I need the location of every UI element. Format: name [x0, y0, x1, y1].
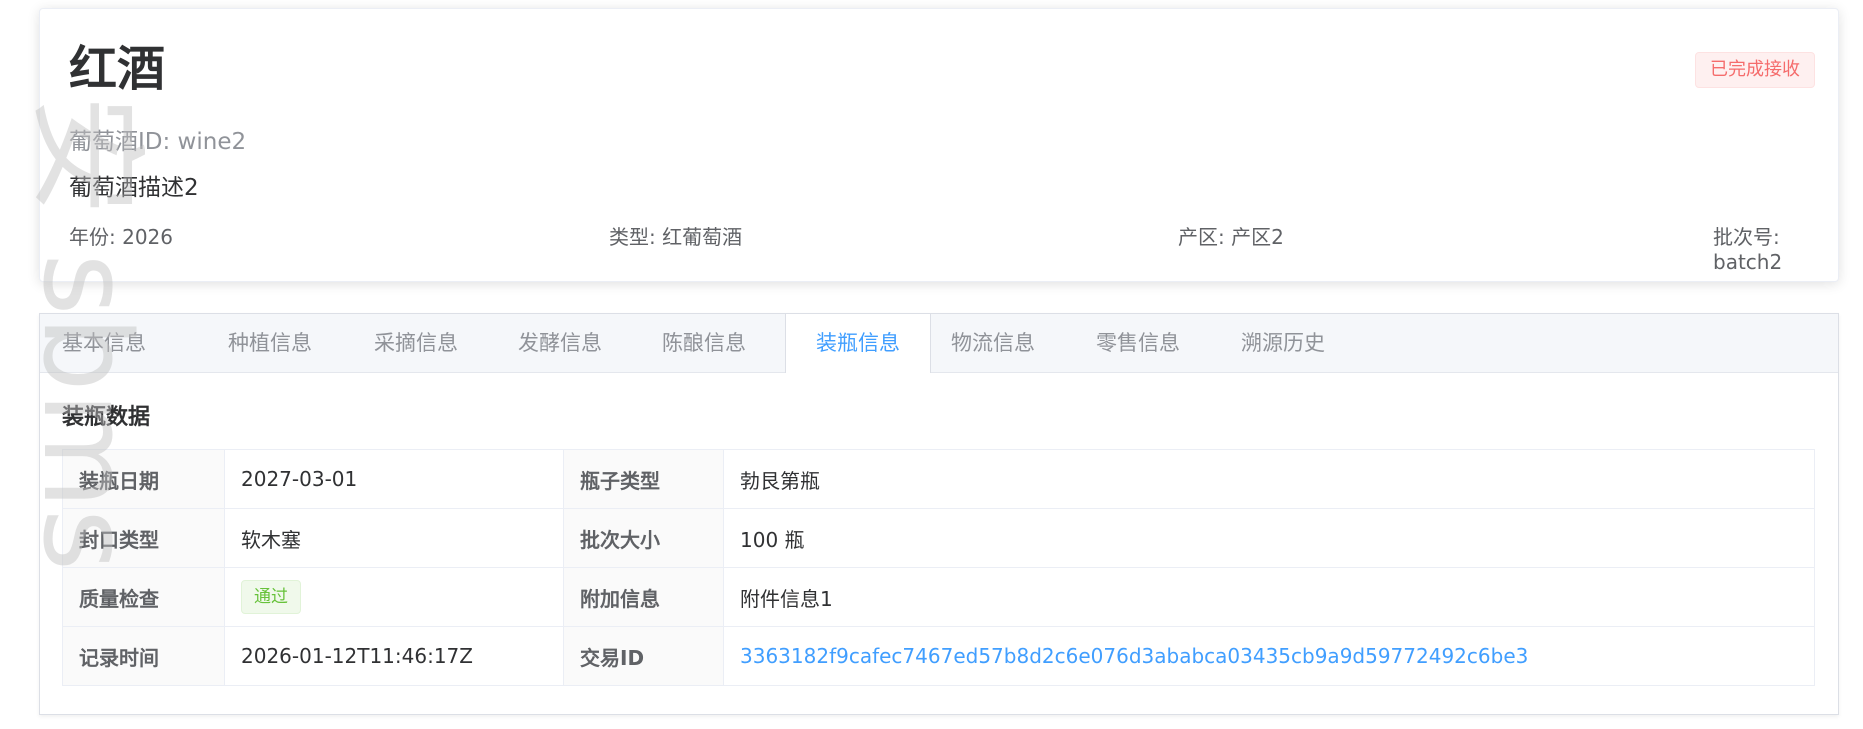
value-seal-type: 软木塞: [224, 508, 564, 568]
table-row: 质量检查 通过 附加信息 附件信息1: [62, 567, 1815, 627]
meta-year: 年份: 2026: [69, 225, 173, 249]
label-transaction-id: 交易ID: [563, 626, 724, 686]
status-badge: 已完成接收: [1695, 52, 1815, 88]
bottling-data-table: 装瓶日期 2027-03-01 瓶子类型 勃艮第瓶 封口类型 软木塞 批次大小 …: [62, 449, 1815, 686]
value-record-time: 2026-01-12T11:46:17Z: [224, 626, 564, 686]
label-bottle-type: 瓶子类型: [563, 449, 724, 509]
tab-bar: 基本信息 种植信息 采摘信息 发酵信息 陈酿信息 装瓶信息 物流信息 零售信息 …: [40, 314, 1838, 373]
value-quality-check-cell: 通过: [224, 567, 564, 627]
label-seal-type: 封口类型: [62, 508, 225, 568]
label-batch-size: 批次大小: [563, 508, 724, 568]
tab-planting-info[interactable]: 种植信息: [206, 314, 334, 372]
tab-basic-info[interactable]: 基本信息: [40, 314, 168, 372]
tab-bottling-info[interactable]: 装瓶信息: [785, 314, 931, 373]
wine-description: 葡萄酒描述2: [69, 175, 199, 201]
value-additional-info: 附件信息1: [723, 567, 1815, 627]
meta-region: 产区: 产区2: [1178, 225, 1284, 249]
table-row: 封口类型 软木塞 批次大小 100 瓶: [62, 508, 1815, 568]
table-row: 装瓶日期 2027-03-01 瓶子类型 勃艮第瓶: [62, 449, 1815, 509]
value-transaction-id-cell: 3363182f9cafec7467ed57b8d2c6e076d3ababca…: [723, 626, 1815, 686]
label-quality-check: 质量检查: [62, 567, 225, 627]
tab-fermentation-info[interactable]: 发酵信息: [496, 314, 624, 372]
meta-batch: 批次号: batch2: [1713, 225, 1783, 274]
label-record-time: 记录时间: [62, 626, 225, 686]
tab-aging-info[interactable]: 陈酿信息: [640, 314, 768, 372]
section-title: 装瓶数据: [62, 405, 151, 430]
wine-header-card: 红酒 葡萄酒ID: wine2 葡萄酒描述2 年份: 2026 类型: 红葡萄酒…: [39, 8, 1839, 282]
page-title: 红酒: [69, 41, 166, 97]
value-bottle-type: 勃艮第瓶: [723, 449, 1815, 509]
value-bottling-date: 2027-03-01: [224, 449, 564, 509]
tab-trace-history[interactable]: 溯源历史: [1219, 314, 1347, 372]
tab-logistics-info[interactable]: 物流信息: [929, 314, 1057, 372]
transaction-id-link[interactable]: 3363182f9cafec7467ed57b8d2c6e076d3ababca…: [740, 644, 1528, 668]
label-additional-info: 附加信息: [563, 567, 724, 627]
table-row: 记录时间 2026-01-12T11:46:17Z 交易ID 3363182f9…: [62, 626, 1815, 686]
value-batch-size: 100 瓶: [723, 508, 1815, 568]
wine-id-text: 葡萄酒ID: wine2: [69, 129, 247, 155]
label-bottling-date: 装瓶日期: [62, 449, 225, 509]
tabs-panel: 基本信息 种植信息 采摘信息 发酵信息 陈酿信息 装瓶信息 物流信息 零售信息 …: [39, 313, 1839, 715]
tab-retail-info[interactable]: 零售信息: [1074, 314, 1202, 372]
meta-type: 类型: 红葡萄酒: [609, 225, 743, 249]
tab-harvest-info[interactable]: 采摘信息: [352, 314, 480, 372]
quality-pass-tag: 通过: [241, 580, 301, 614]
